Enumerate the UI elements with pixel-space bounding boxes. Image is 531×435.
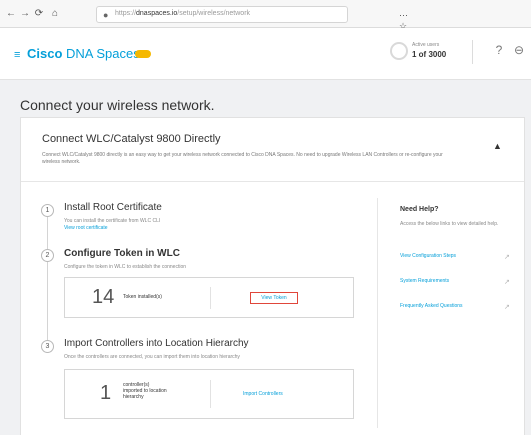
usage-label: Active users [412,42,440,48]
external-link-icon: ↗ [504,279,510,286]
back-icon[interactable]: ← [6,9,16,19]
url-text: https://dnaspaces.io/setup/wireless/netw… [115,10,251,17]
token-stat-box: 14 Token installed(s) View Token [64,277,354,318]
step-description: Configure the token in WLC to establish … [64,264,187,270]
step-title: Configure Token in WLC [64,248,180,259]
stat-divider [210,287,211,309]
system-requirements-link[interactable]: System Requirements [400,278,495,285]
card-description: Connect WLC/Catalyst 9800 directly is an… [42,152,443,165]
app-header: ≡ Cisco DNA Spaces Active users 1 of 300… [0,28,531,80]
user-icon[interactable]: ⊖ [512,43,526,57]
stat-divider [210,380,211,408]
card-title: Connect WLC/Catalyst 9800 Directly [42,133,221,145]
help-description: Access the below links to view detailed … [400,221,499,227]
help-title: Need Help? [400,206,439,213]
step-description: Once the controllers are connected, you … [64,354,240,360]
external-link-icon: ↗ [504,304,510,311]
address-bar[interactable]: ● https://dnaspaces.io/setup/wireless/ne… [96,6,408,42]
step-number: 1 [41,204,54,217]
forward-icon[interactable]: → [20,9,30,19]
step-connector [47,217,48,249]
help-panel-divider [377,198,378,428]
controllers-count: 1 [100,382,112,404]
help-link-item[interactable]: Frequently Asked Questions ↗ [400,303,515,317]
step-connector [47,262,48,342]
step-number: 2 [41,249,54,262]
help-link-item[interactable]: System Requirements ↗ [400,278,515,292]
brand-badge [135,50,151,58]
external-link-icon: ↗ [504,254,510,261]
controllers-count-label: controller(s) imported to location hierarc… [123,382,167,400]
connect-card: Connect WLC/Catalyst 9800 Directly Conne… [20,117,525,435]
menu-icon[interactable]: ≡ [14,49,20,61]
token-count-label: Token installed(s) [123,294,162,300]
view-root-certificate-link[interactable]: View root certificate [64,225,108,231]
view-token-button[interactable]: View Token [250,292,298,304]
step-title: Import Controllers into Location Hierarc… [64,338,249,349]
step-number: 3 [41,340,54,353]
import-controllers-link[interactable]: Import Controllers [243,391,283,397]
page-title: Connect your wireless network. [20,97,215,113]
view-configuration-steps-link[interactable]: View Configuration Steps [400,253,495,260]
step-title: Install Root Certificate [64,202,162,213]
home-icon[interactable]: ⌂ [50,9,60,19]
usage-ring-icon [390,42,408,60]
reload-icon[interactable]: ⟳ [34,9,44,19]
collapse-icon[interactable]: ▲ [493,141,502,151]
lock-icon: ● [103,10,109,20]
controllers-stat-box: 1 controller(s) imported to location hiera… [64,369,354,419]
header-divider [472,40,473,64]
help-icon[interactable]: ? [492,43,506,57]
faq-link[interactable]: Frequently Asked Questions [400,303,495,310]
usage-value: 1 of 3000 [412,50,447,59]
browser-toolbar: ← → ⟳ ⌂ ● https://dnaspaces.io/setup/wir… [0,0,531,42]
help-link-item[interactable]: View Configuration Steps ↗ [400,253,515,267]
token-count: 14 [92,286,115,308]
brand-logo[interactable]: Cisco DNA Spaces [27,46,140,61]
card-header[interactable]: Connect WLC/Catalyst 9800 Directly Conne… [21,118,524,182]
step-description: You can install the certificate from WLC… [64,218,161,224]
